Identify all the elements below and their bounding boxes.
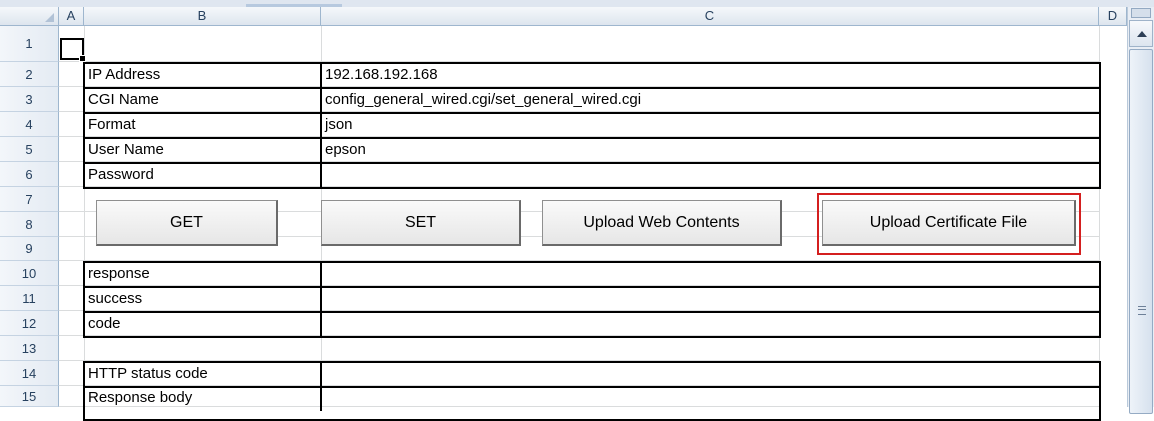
label-user-name[interactable]: User Name bbox=[85, 139, 319, 162]
split-handle[interactable] bbox=[1131, 8, 1151, 18]
label-cgi-name[interactable]: CGI Name bbox=[85, 89, 319, 112]
label-success[interactable]: success bbox=[85, 288, 319, 311]
scroll-thumb[interactable] bbox=[1129, 49, 1153, 414]
label-response[interactable]: response bbox=[85, 263, 319, 286]
value-format[interactable]: json bbox=[322, 114, 1099, 137]
value-cgi-name[interactable]: config_general_wired.cgi/set_general_wir… bbox=[322, 89, 1099, 112]
row-header-2[interactable]: 2 bbox=[0, 62, 59, 87]
value-response[interactable] bbox=[322, 263, 1099, 286]
value-user-name[interactable]: epson bbox=[322, 139, 1099, 162]
label-code[interactable]: code bbox=[85, 313, 319, 336]
highlight-box bbox=[817, 193, 1081, 255]
label-response-body[interactable]: Response body bbox=[85, 388, 319, 407]
value-password[interactable] bbox=[322, 164, 1099, 187]
select-all-button[interactable] bbox=[0, 7, 59, 26]
grip-icon bbox=[1138, 306, 1146, 315]
row-header-3[interactable]: 3 bbox=[0, 87, 59, 112]
column-header-c[interactable]: C bbox=[321, 7, 1099, 26]
label-password[interactable]: Password bbox=[85, 164, 319, 187]
label-ip-address[interactable]: IP Address bbox=[85, 64, 319, 87]
label-format[interactable]: Format bbox=[85, 114, 319, 137]
row-header-9[interactable]: 9 bbox=[0, 237, 59, 261]
set-button[interactable]: SET bbox=[321, 200, 521, 246]
select-all-icon bbox=[45, 13, 54, 22]
row-header-13[interactable]: 13 bbox=[0, 336, 59, 361]
active-cell-a1[interactable] bbox=[60, 38, 86, 62]
row-header-8[interactable]: 8 bbox=[0, 212, 59, 237]
value-response-body[interactable] bbox=[322, 388, 1099, 407]
value-http-status-code[interactable] bbox=[322, 363, 1099, 386]
row-header-6[interactable]: 6 bbox=[0, 162, 59, 187]
vertical-scrollbar[interactable] bbox=[1127, 7, 1154, 414]
column-header-b[interactable]: B bbox=[84, 7, 321, 26]
row-header-14[interactable]: 14 bbox=[0, 361, 59, 386]
scroll-up-icon[interactable] bbox=[1129, 20, 1153, 47]
row-header-4[interactable]: 4 bbox=[0, 112, 59, 137]
label-http-status-code[interactable]: HTTP status code bbox=[85, 363, 319, 386]
value-ip-address[interactable]: 192.168.192.168 bbox=[322, 64, 1099, 87]
row-header-10[interactable]: 10 bbox=[0, 261, 59, 286]
value-success[interactable] bbox=[322, 288, 1099, 311]
row-header-12[interactable]: 12 bbox=[0, 311, 59, 336]
get-button[interactable]: GET bbox=[96, 200, 278, 246]
column-header-a[interactable]: A bbox=[59, 7, 84, 26]
row-header-15[interactable]: 15 bbox=[0, 386, 59, 407]
value-code[interactable] bbox=[322, 313, 1099, 336]
ribbon-edge bbox=[0, 0, 1154, 7]
row-header-1[interactable]: 1 bbox=[0, 26, 59, 62]
upload-web-contents-button[interactable]: Upload Web Contents bbox=[542, 200, 782, 246]
row-header-7[interactable]: 7 bbox=[0, 187, 59, 212]
column-header-d[interactable]: D bbox=[1099, 7, 1127, 26]
row-header-11[interactable]: 11 bbox=[0, 286, 59, 311]
row-header-5[interactable]: 5 bbox=[0, 137, 59, 162]
